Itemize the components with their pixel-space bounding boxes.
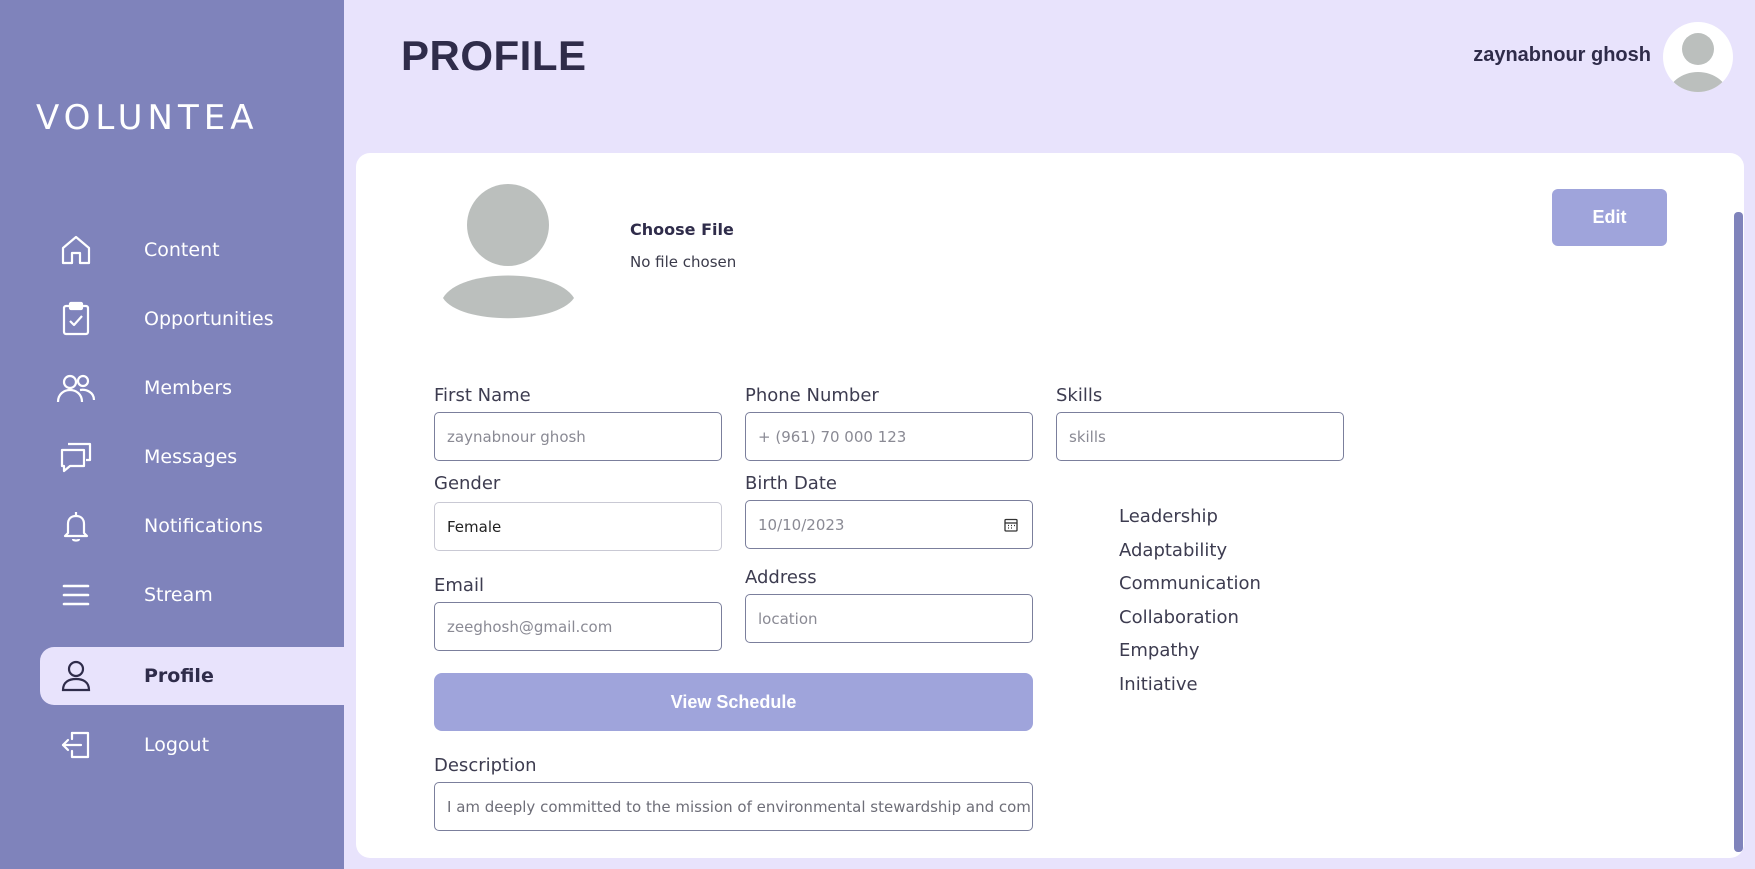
page-title: PROFILE (401, 32, 587, 79)
first-name-input[interactable]: zaynabnour ghosh (434, 412, 722, 461)
view-schedule-button[interactable]: View Schedule (434, 673, 1033, 731)
user-name: zaynabnour ghosh (1473, 44, 1651, 66)
description-label: Description (434, 755, 537, 776)
gender-select[interactable]: Female (434, 502, 722, 551)
email-label: Email (434, 575, 484, 596)
skills-input[interactable]: skills (1056, 412, 1344, 461)
sidebar: VOLUNTEA Content Opportunities Members M… (0, 0, 344, 869)
sidebar-item-label: Stream (144, 584, 213, 606)
address-input[interactable]: location (745, 594, 1033, 643)
phone-label: Phone Number (745, 385, 879, 406)
skill-item: Adaptability (1119, 539, 1228, 561)
edit-button[interactable]: Edit (1552, 189, 1667, 246)
user-icon (40, 659, 112, 693)
logout-icon (40, 729, 112, 761)
sidebar-item-profile[interactable]: Profile (40, 647, 344, 705)
skill-item: Leadership (1119, 506, 1218, 527)
svg-text:VOLUNTEA: VOLUNTEA (36, 98, 259, 134)
email-input[interactable]: zeeghosh@gmail.com (434, 602, 722, 651)
birth-date-input[interactable]: 10/10/2023 (745, 500, 1033, 549)
skills-list: Leadership Adaptability Communication Co… (1119, 506, 1261, 708)
skill-item: Communication (1119, 573, 1261, 595)
sidebar-item-content[interactable]: Content (40, 221, 344, 279)
birth-date-value: 10/10/2023 (758, 515, 845, 534)
scrollbar[interactable] (1734, 212, 1743, 852)
skill-item: Empathy (1119, 640, 1200, 662)
bell-icon (40, 509, 112, 543)
skill-item: Initiative (1119, 673, 1198, 695)
sidebar-item-label: Content (144, 239, 220, 261)
menu-icon (40, 582, 112, 608)
sidebar-item-logout[interactable]: Logout (40, 716, 344, 774)
address-label: Address (745, 567, 817, 588)
sidebar-item-label: Notifications (144, 515, 263, 537)
sidebar-item-label: Logout (144, 734, 210, 756)
sidebar-item-members[interactable]: Members (40, 359, 344, 417)
sidebar-item-stream[interactable]: Stream (40, 566, 344, 624)
sidebar-item-messages[interactable]: Messages (40, 428, 344, 486)
user-avatar-icon (1668, 33, 1728, 92)
sidebar-item-opportunities[interactable]: Opportunities (40, 290, 344, 348)
phone-input[interactable]: + (961) 70 000 123 (745, 412, 1033, 461)
gender-label: Gender (434, 473, 501, 494)
skills-label: Skills (1056, 385, 1103, 406)
avatar[interactable] (1663, 22, 1733, 92)
description-input[interactable]: I am deeply committed to the mission of … (434, 782, 1033, 831)
clipboard-check-icon (40, 301, 112, 337)
birth-date-label: Birth Date (745, 473, 837, 494)
home-icon (40, 233, 112, 267)
sidebar-item-notifications[interactable]: Notifications (40, 497, 344, 555)
file-status: No file chosen (630, 253, 737, 271)
sidebar-item-label: Opportunities (144, 308, 274, 330)
profile-picture (440, 180, 580, 330)
calendar-icon[interactable] (1004, 517, 1018, 532)
first-name-label: First Name (434, 385, 531, 406)
voluntea-logo: VOLUNTEA (36, 98, 259, 134)
sidebar-item-label: Messages (144, 446, 238, 468)
chat-icon (40, 440, 112, 474)
skill-item: Collaboration (1119, 606, 1239, 628)
users-icon (40, 372, 112, 404)
choose-file-button[interactable]: Choose File (630, 220, 734, 239)
sidebar-item-label: Profile (144, 665, 214, 687)
profile-placeholder-icon (443, 184, 574, 319)
sidebar-item-label: Members (144, 377, 233, 399)
